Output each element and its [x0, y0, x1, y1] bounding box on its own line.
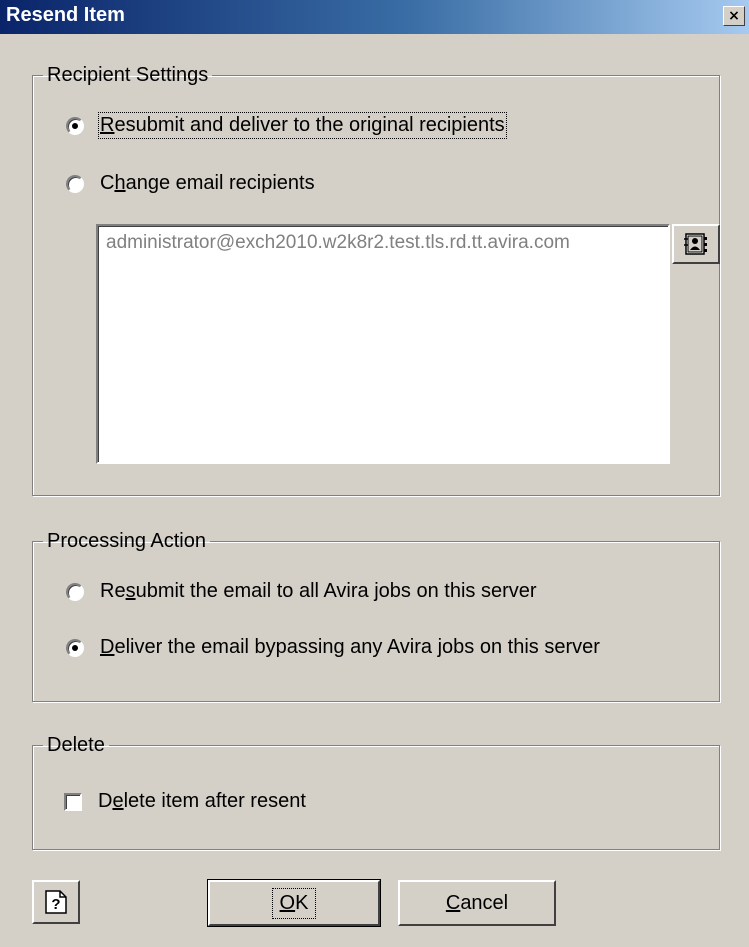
radio-original-recipients-indicator[interactable]	[66, 116, 84, 135]
ok-button-label[interactable]: OK	[271, 887, 317, 919]
radio-resubmit-all-jobs-indicator[interactable]	[66, 582, 84, 601]
radio-original-recipients[interactable]: Resubmit and deliver to the original rec…	[66, 112, 507, 139]
address-book-icon	[684, 233, 707, 255]
help-icon: ?	[45, 890, 67, 914]
recipient-settings-legend: Recipient Settings	[47, 64, 209, 86]
window-title: Resend Item	[6, 4, 125, 26]
address-book-button[interactable]	[672, 224, 720, 264]
close-button[interactable]: ×	[723, 6, 745, 26]
radio-resubmit-all-jobs[interactable]: Resubmit the email to all Avira jobs on …	[66, 580, 537, 603]
delete-after-resent-label[interactable]: Delete item after resent	[98, 790, 306, 813]
help-button[interactable]: ?	[32, 880, 80, 924]
delete-after-resent-indicator[interactable]	[64, 792, 82, 811]
processing-action-group: Processing Action	[32, 530, 720, 702]
radio-change-recipients-indicator[interactable]	[66, 174, 84, 193]
processing-action-legend: Processing Action	[47, 530, 206, 552]
delete-legend: Delete	[47, 734, 105, 756]
cancel-button-label[interactable]: Cancel	[446, 892, 508, 915]
delete-after-resent-checkbox[interactable]: Delete item after resent	[64, 790, 306, 813]
radio-resubmit-all-jobs-label[interactable]: Resubmit the email to all Avira jobs on …	[100, 580, 537, 603]
radio-deliver-bypassing-indicator[interactable]	[66, 638, 84, 657]
radio-deliver-bypassing[interactable]: Deliver the email bypassing any Avira jo…	[66, 636, 600, 659]
radio-change-recipients[interactable]: Change email recipients	[66, 172, 315, 195]
title-bar: Resend Item ×	[0, 0, 749, 34]
svg-text:?: ?	[51, 896, 60, 913]
recipients-list[interactable]: administrator@exch2010.w2k8r2.test.tls.r…	[96, 224, 670, 464]
cancel-button[interactable]: Cancel	[398, 880, 556, 926]
ok-button[interactable]: OK	[207, 879, 381, 927]
list-item[interactable]: administrator@exch2010.w2k8r2.test.tls.r…	[106, 232, 570, 254]
radio-change-recipients-label[interactable]: Change email recipients	[100, 172, 315, 195]
radio-deliver-bypassing-label[interactable]: Deliver the email bypassing any Avira jo…	[100, 636, 600, 659]
radio-original-recipients-label[interactable]: Resubmit and deliver to the original rec…	[98, 112, 507, 139]
